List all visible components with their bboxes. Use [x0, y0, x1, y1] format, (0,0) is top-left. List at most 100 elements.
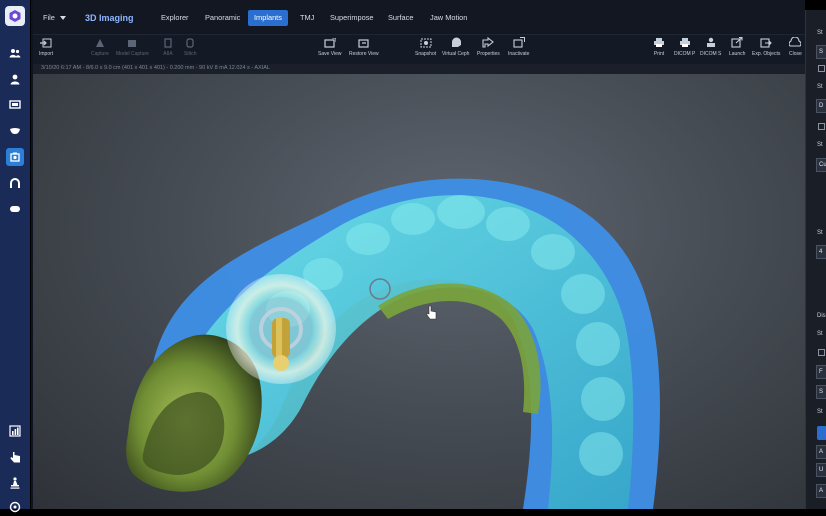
stitch-label: Stitch — [184, 51, 197, 57]
properties-button[interactable]: Properties — [477, 37, 500, 57]
panel-label-5: Dis — [817, 313, 826, 319]
capture-label: Capture — [91, 51, 109, 57]
panel-checkbox-1[interactable] — [818, 65, 825, 72]
implant-icon — [272, 318, 290, 371]
dental-arch-render — [126, 178, 660, 509]
tab-surface[interactable]: Surface — [382, 10, 419, 26]
toolbar: Import Capture Model Capture AIIA Stitch… — [33, 34, 805, 65]
person-walk-icon[interactable] — [6, 474, 24, 492]
dicom-send-label: DICOM S — [700, 51, 722, 57]
panel-checkbox-3[interactable] — [818, 349, 825, 356]
panel-field-2[interactable]: D — [816, 99, 826, 113]
panel-blue-button[interactable] — [817, 426, 826, 440]
left-rail — [0, 0, 30, 513]
panel-field-5[interactable]: F — [816, 365, 826, 379]
aiia-icon — [162, 37, 174, 48]
dicom-send-button[interactable]: DICOM S — [700, 37, 721, 57]
capture-icon — [94, 37, 106, 48]
panel-label-3: St — [817, 142, 823, 148]
snapshot-button[interactable]: Snapshot — [415, 37, 436, 57]
panel-label-7: St — [817, 409, 823, 415]
stitch-icon — [184, 37, 196, 48]
right-properties-panel: St S St D St Cu St 4 Dis St F S St A U A — [805, 10, 826, 509]
3d-viewport[interactable] — [33, 74, 805, 509]
panel-label-4: St — [817, 230, 823, 236]
export-objects-button[interactable]: Exp. Objects — [752, 37, 780, 57]
panel-field-1[interactable]: S — [816, 45, 826, 59]
launch-button[interactable]: Launch — [729, 37, 745, 57]
tab-explorer[interactable]: Explorer — [155, 10, 195, 26]
model-capture-label: Model Capture — [116, 51, 149, 57]
tab-tmj[interactable]: TMJ — [294, 10, 320, 26]
3d-imaging-icon[interactable] — [6, 148, 24, 166]
close-icon — [789, 37, 802, 48]
tab-implants[interactable]: Implants — [248, 10, 288, 26]
settings-icon[interactable] — [6, 498, 24, 516]
chevron-down-icon — [59, 16, 66, 21]
tab-jaw-motion[interactable]: Jaw Motion — [424, 10, 473, 26]
panel-field-3[interactable]: Cu — [816, 158, 826, 172]
panel-label-6: St — [817, 331, 823, 337]
print-button[interactable]: Print — [653, 37, 665, 57]
import-label: Import — [39, 51, 54, 57]
inactivate-button[interactable]: Inactivate — [508, 37, 529, 57]
inactivate-icon — [513, 37, 525, 48]
tab-panoramic[interactable]: Panoramic — [199, 10, 246, 26]
scan-info-text: 3/10/20 6:17 AM - 8/6.0 x 9.0 cm (401 x … — [41, 65, 270, 71]
properties-label: Properties — [477, 51, 500, 57]
hand-pointer-icon[interactable] — [6, 448, 24, 466]
panel-label-2: St — [817, 84, 823, 90]
chart-icon[interactable] — [6, 422, 24, 440]
panel-field-9[interactable]: A — [816, 484, 826, 498]
virtual-ceph-button[interactable]: Virtual Ceph — [442, 37, 469, 57]
file-menu[interactable]: File — [43, 10, 66, 26]
menubar: File 3D Imaging Explorer Panoramic Impla… — [33, 0, 805, 34]
dicom-send-icon — [705, 37, 717, 48]
launch-icon — [731, 37, 743, 48]
stitch-button[interactable]: Stitch — [184, 37, 197, 57]
patients-icon[interactable] — [6, 44, 24, 62]
file-menu-label: File — [43, 13, 55, 22]
snapshot-icon — [420, 37, 432, 48]
dicom-print-icon — [679, 37, 691, 48]
aiia-label: AIIA — [163, 51, 173, 57]
panel-checkbox-2[interactable] — [818, 123, 825, 130]
person-icon[interactable] — [6, 70, 24, 88]
tab-superimpose[interactable]: Superimpose — [324, 10, 380, 26]
panel-field-8[interactable]: U — [816, 463, 826, 477]
print-label: Print — [653, 51, 665, 57]
app-title: 3D Imaging — [85, 13, 134, 23]
import-button[interactable]: Import — [39, 37, 53, 57]
hand-cursor-icon — [426, 305, 437, 320]
dicom-print-button[interactable]: DICOM P — [674, 37, 695, 57]
app-logo-icon[interactable] — [5, 6, 25, 26]
monitor-icon[interactable] — [6, 96, 24, 114]
import-icon — [40, 37, 52, 48]
restore-view-icon — [358, 37, 370, 48]
teeth-icon[interactable] — [6, 200, 24, 218]
tooth-icon[interactable] — [6, 122, 24, 140]
close-button[interactable]: Close — [789, 37, 802, 57]
panel-field-4[interactable]: 4 — [816, 245, 826, 259]
jaw-arch-icon[interactable] — [6, 174, 24, 192]
restore-view-label: Restore View — [349, 51, 379, 57]
export-objects-label: Exp. Objects — [752, 51, 781, 57]
save-view-icon — [324, 37, 336, 48]
aiia-button[interactable]: AIIA — [162, 37, 174, 57]
virtual-ceph-icon — [450, 37, 462, 48]
scan-info-bar: 3/10/20 6:17 AM - 8/6.0 x 9.0 cm (401 x … — [33, 64, 805, 74]
model-capture-button[interactable]: Model Capture — [116, 37, 149, 57]
snapshot-label: Snapshot — [415, 51, 437, 57]
panel-field-7[interactable]: A — [816, 445, 826, 459]
panel-field-6[interactable]: S — [816, 385, 826, 399]
export-objects-icon — [760, 37, 772, 48]
dicom-print-label: DICOM P — [674, 51, 696, 57]
panel-label-1: St — [817, 30, 823, 36]
launch-label: Launch — [729, 51, 746, 57]
properties-icon — [482, 37, 495, 48]
restore-view-button[interactable]: Restore View — [349, 37, 379, 57]
capture-button[interactable]: Capture — [91, 37, 109, 57]
save-view-button[interactable]: Save View — [318, 37, 342, 57]
viewport-splitter-handle[interactable] — [441, 74, 455, 77]
close-label: Close — [789, 51, 802, 57]
